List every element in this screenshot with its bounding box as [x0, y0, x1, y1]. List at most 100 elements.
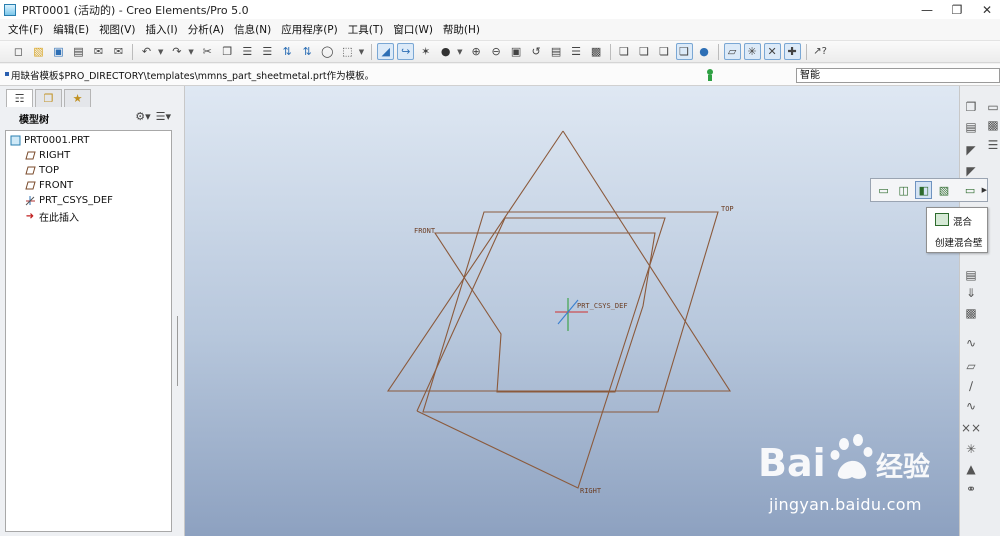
chevron-down-icon[interactable]: ▼ [457, 48, 462, 56]
spin-center-icon[interactable]: ✶ [417, 43, 434, 60]
regenerate-icon[interactable]: ⇅ [279, 43, 296, 60]
plane-display-icon[interactable]: ▱ [723, 43, 741, 60]
menu-edit[interactable]: 编辑(E) [48, 22, 94, 37]
tree-item-top[interactable]: TOP [24, 164, 59, 176]
redo-icon[interactable]: ↷ [168, 43, 185, 60]
point-display-icon[interactable]: ✕ [763, 43, 781, 60]
side-panel-icon[interactable]: ▩ [984, 116, 1000, 134]
insert-arrow-icon: ➜ [25, 211, 35, 222]
part-icon [9, 134, 21, 146]
close-icon[interactable]: ✕ [970, 0, 1000, 19]
context-help-icon[interactable]: ↗? [812, 43, 829, 60]
datum-axis-display-icon[interactable]: ↪ [397, 43, 415, 60]
wireframe-icon[interactable]: ❏ [616, 43, 633, 60]
menu-tools[interactable]: 工具(T) [343, 22, 389, 37]
datum-plane-tool-icon[interactable]: ▱ [962, 357, 980, 375]
snap-icon[interactable]: ⚭ [962, 480, 980, 498]
csys-tool-icon[interactable]: ✳ [962, 440, 980, 458]
menu-window[interactable]: 窗口(W) [388, 22, 438, 37]
revolve-feature-icon[interactable]: ◫ [895, 181, 912, 199]
cut-icon[interactable]: ✂ [199, 43, 216, 60]
menu-insert[interactable]: 插入(I) [140, 22, 182, 37]
bend-icon[interactable]: ◤ [962, 141, 980, 159]
print-icon[interactable]: ▤ [70, 43, 87, 60]
minimize-icon[interactable]: — [910, 0, 944, 19]
sketch-tool-icon[interactable]: ∿ [962, 334, 980, 352]
chevron-down-icon[interactable]: ▼ [359, 48, 364, 56]
layer-tree-tab-icon[interactable]: ❐ [35, 89, 62, 107]
favorites-tab-icon[interactable]: ★ [64, 89, 91, 107]
menu-info[interactable]: 信息(N) [229, 22, 276, 37]
select-box-icon[interactable]: ⬚ [339, 43, 356, 60]
regen-manager-icon[interactable]: ⇅ [299, 43, 316, 60]
front-datum-plane-outline[interactable] [433, 232, 656, 393]
zoom-in-icon[interactable]: ⊕ [468, 43, 485, 60]
tree-item-part[interactable]: PRT0001.PRT [9, 134, 89, 146]
menu-view[interactable]: 视图(V) [94, 22, 140, 37]
datum-point-icon[interactable]: ×× [961, 419, 981, 437]
csys-display-icon[interactable]: ✚ [783, 43, 801, 60]
no-hidden-icon[interactable]: ❏ [656, 43, 673, 60]
blend-feature-icon[interactable]: ◧ [915, 181, 933, 199]
unattached-wall-icon[interactable]: ▤ [962, 118, 980, 136]
chevron-down-icon[interactable]: ▼ [158, 48, 163, 56]
selection-filter-dropdown[interactable]: 智能 [796, 68, 1000, 83]
saved-views-icon[interactable]: ▤ [548, 43, 565, 60]
view-manager-icon[interactable]: ▩ [588, 43, 605, 60]
menu-applications[interactable]: 应用程序(P) [276, 22, 343, 37]
model-tree-tab-icon[interactable]: ☶ [6, 89, 33, 107]
copy-icon[interactable]: ❐ [219, 43, 236, 60]
restore-icon[interactable]: ❐ [940, 0, 974, 19]
zoom-out-icon[interactable]: ⊖ [488, 43, 505, 60]
undo-icon[interactable]: ↶ [138, 43, 155, 60]
save-icon[interactable]: ▣ [50, 43, 67, 60]
csys-label: PRT_CSYS_DEF [577, 302, 628, 310]
swept-blend-icon[interactable]: ▧ [935, 181, 952, 199]
side-panel-icon[interactable]: ▭ [984, 98, 1000, 116]
analysis-icon[interactable]: ▲ [962, 460, 980, 478]
refit-icon[interactable]: ▣ [508, 43, 525, 60]
extrude-feature-icon[interactable]: ▭ [875, 181, 892, 199]
current-flyout-icon[interactable]: ▭ [962, 181, 979, 199]
shaded-icon[interactable]: ❏ [675, 43, 693, 60]
menu-help[interactable]: 帮助(H) [438, 22, 485, 37]
new-icon[interactable]: ◻ [10, 43, 27, 60]
sketched-form-icon[interactable]: ▤ [962, 266, 980, 284]
chevron-right-icon[interactable]: ▶ [982, 186, 987, 194]
flatten-icon[interactable]: ▩ [962, 304, 980, 322]
tree-settings-icon[interactable]: ⚙▾ [135, 110, 150, 123]
menu-file[interactable]: 文件(F) [3, 22, 48, 37]
model-tree: PRT0001.PRT RIGHT TOP FRONT PRT_CSYS_DEF… [5, 130, 172, 532]
datum-curve-icon[interactable]: ∿ [962, 397, 980, 415]
datum-plane-display-icon[interactable]: ◢ [377, 43, 395, 60]
reorient-icon[interactable]: ↺ [528, 43, 545, 60]
right-datum-plane[interactable] [386, 130, 732, 392]
email-icon[interactable]: ✉ [90, 43, 107, 60]
bend-back-icon[interactable]: ⇓ [962, 284, 980, 302]
hidden-line-icon[interactable]: ❏ [636, 43, 653, 60]
layers-icon[interactable]: ☰ [568, 43, 585, 60]
tree-item-right[interactable]: RIGHT [24, 149, 70, 161]
tree-item-front[interactable]: FRONT [24, 179, 73, 191]
find-icon[interactable]: ◯ [319, 43, 336, 60]
tree-item-csys[interactable]: PRT_CSYS_DEF [24, 194, 113, 206]
menu-analysis[interactable]: 分析(A) [183, 22, 229, 37]
paste-special-icon[interactable]: ☰ [259, 43, 276, 60]
flat-wall-icon[interactable]: ❐ [962, 98, 980, 116]
tree-item-insert-here[interactable]: ➜ 在此插入 [24, 209, 79, 224]
tooltip-description: 创建混合壁 [935, 238, 983, 249]
email-link-icon[interactable]: ✉ [110, 43, 127, 60]
panel-splitter[interactable] [177, 316, 182, 386]
graphics-window[interactable]: FRONT TOP RIGHT PRT_CSYS_DEF Bai 经验 jing… [185, 86, 959, 536]
datum-axis-tool-icon[interactable]: ∕ [962, 377, 980, 395]
tree-columns-icon[interactable]: ☰▾ [156, 110, 171, 123]
datum-plane-icon [24, 164, 36, 176]
side-panel-icon[interactable]: ☰ [984, 136, 1000, 154]
shading-icon[interactable]: ● [437, 43, 454, 60]
open-icon[interactable]: ▧ [30, 43, 47, 60]
chevron-down-icon[interactable]: ▼ [188, 48, 193, 56]
enhanced-realism-icon[interactable]: ● [696, 43, 713, 60]
creo-app-icon [4, 3, 16, 16]
axis-display-icon[interactable]: ✳ [743, 43, 761, 60]
paste-icon[interactable]: ☰ [239, 43, 256, 60]
